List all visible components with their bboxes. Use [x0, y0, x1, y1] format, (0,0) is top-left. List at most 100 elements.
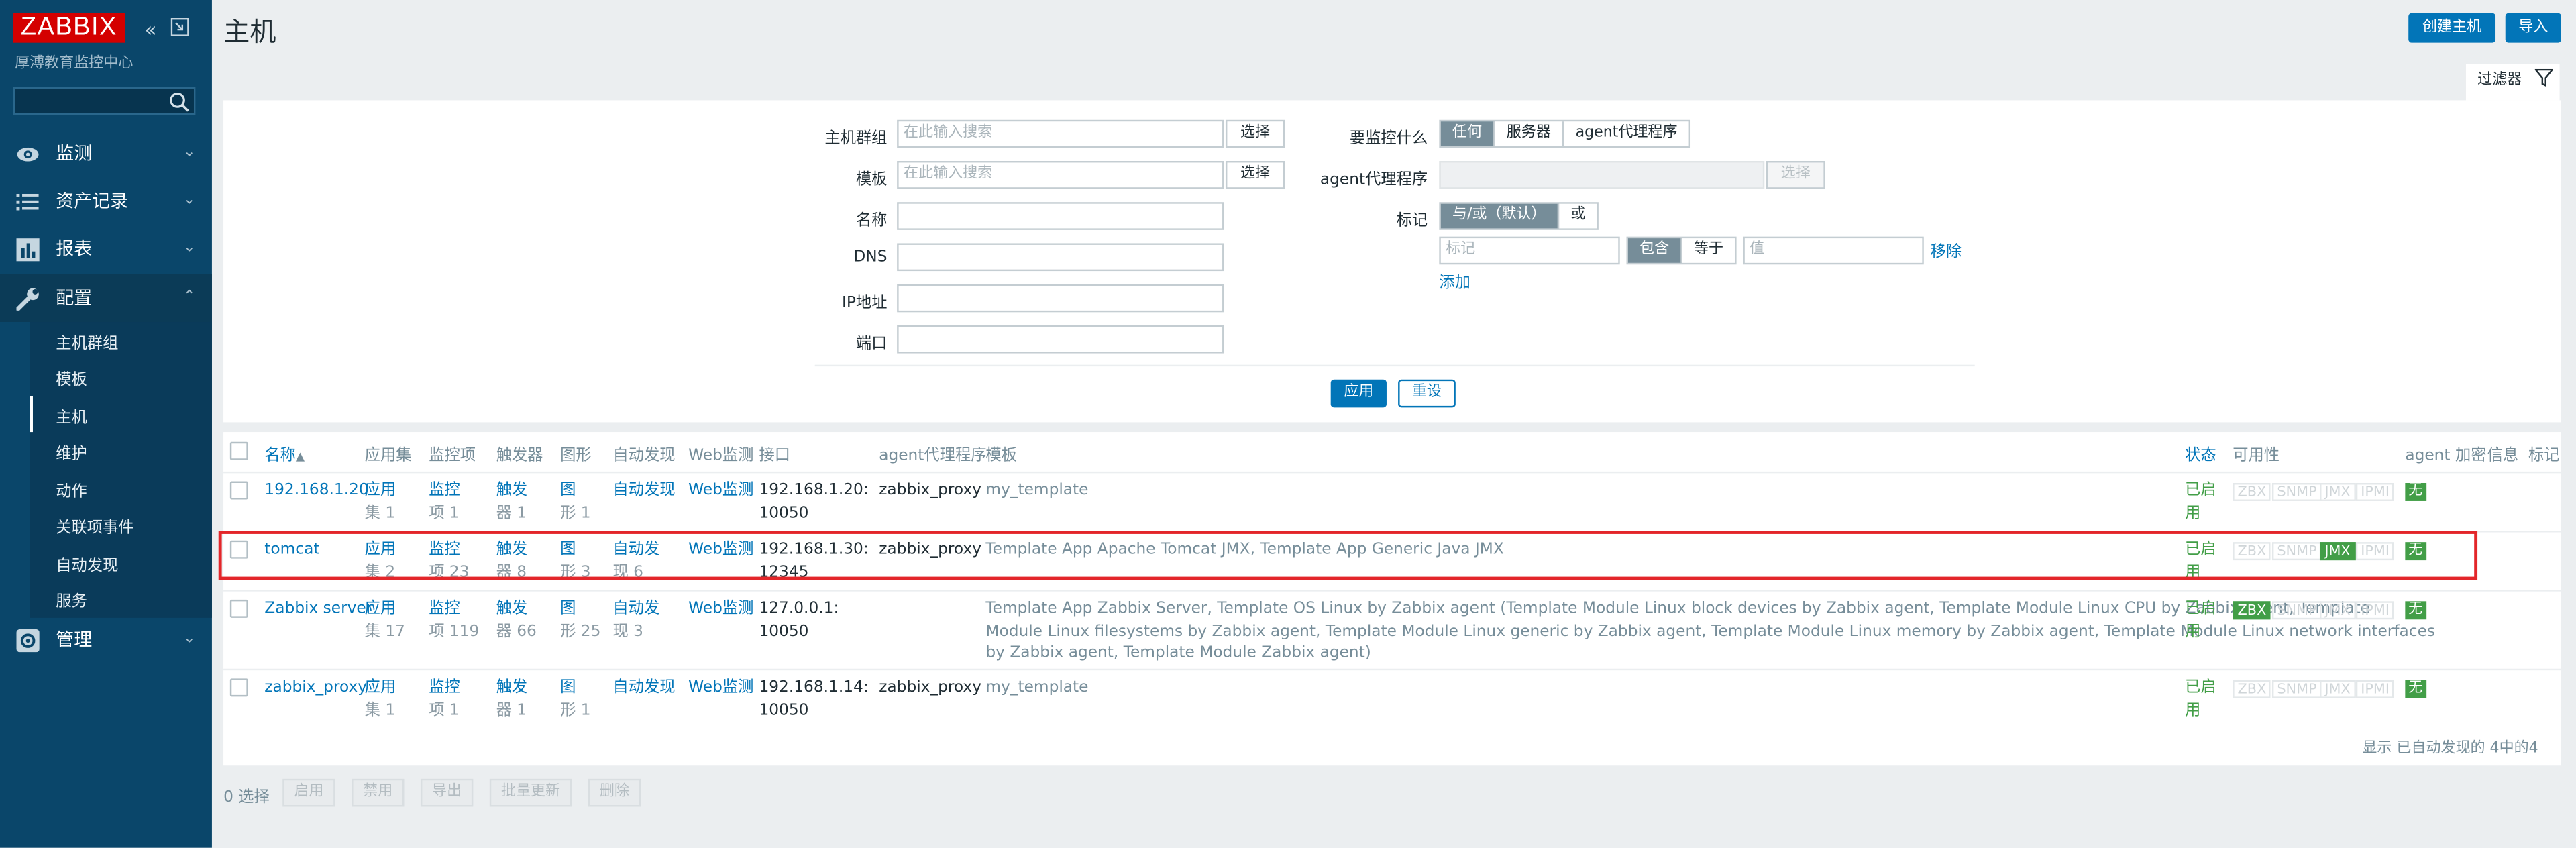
- select-all-checkbox[interactable]: [229, 441, 248, 460]
- tag-operator-contains[interactable]: 包含: [1627, 238, 1682, 263]
- selected-count: 0 选择: [223, 788, 270, 807]
- filter-tab[interactable]: 过滤器: [2465, 64, 2560, 101]
- discovery-link[interactable]: 自动发现: [612, 480, 675, 502]
- submenu-maintenance[interactable]: 维护: [56, 440, 87, 464]
- collapse-sidebar-icon[interactable]: «: [145, 18, 157, 41]
- search-icon[interactable]: [168, 91, 191, 113]
- submenu-host-groups[interactable]: 主机群组: [56, 330, 118, 354]
- row-checkbox[interactable]: [229, 481, 248, 500]
- zabbix-logo[interactable]: ZABBIX: [13, 13, 125, 43]
- triggers-link[interactable]: 触发器 1: [496, 677, 528, 721]
- monitored-by-any[interactable]: 任何: [1440, 121, 1495, 146]
- discovery-link[interactable]: 自动发现 3: [612, 598, 659, 642]
- submenu-hosts[interactable]: 主机: [56, 404, 87, 427]
- host-name-link[interactable]: Zabbix server: [264, 598, 372, 620]
- web-link[interactable]: Web监测: [688, 598, 753, 620]
- availability-ipmi: IPMI: [2355, 680, 2395, 698]
- submenu-discovery[interactable]: 自动发现: [56, 552, 118, 575]
- sidebar-subtitle: 厚溥教育监控中心: [15, 56, 133, 72]
- graphs-link[interactable]: 图形 1: [560, 677, 590, 721]
- host-groups-select-button[interactable]: 选择: [1225, 119, 1285, 148]
- web-link[interactable]: Web监测: [688, 677, 753, 699]
- tags-mode-or[interactable]: 或: [1559, 204, 1597, 229]
- tag-value-input[interactable]: 值: [1743, 236, 1924, 265]
- menu-monitoring[interactable]: 监测 ⌄: [0, 129, 212, 177]
- interface-value: 192.168.1.14: 10050: [759, 678, 869, 719]
- submenu-actions[interactable]: 动作: [56, 478, 87, 501]
- kiosk-mode-icon[interactable]: [170, 17, 189, 41]
- tags-mode-and-or[interactable]: 与/或（默认）: [1440, 203, 1560, 229]
- dns-input[interactable]: [897, 243, 1224, 272]
- menu-label: 管理: [56, 629, 93, 651]
- host-groups-input[interactable]: 在此输入搜索: [897, 119, 1224, 148]
- availability-snmp: SNMP: [2271, 680, 2322, 698]
- ip-input[interactable]: [897, 284, 1224, 313]
- template-link[interactable]: my_template: [985, 480, 1088, 502]
- template-list[interactable]: Template App Zabbix Server, Template OS …: [985, 598, 2435, 664]
- reset-button[interactable]: 重设: [1398, 379, 1456, 408]
- triggers-link[interactable]: 触发器 1: [496, 480, 528, 524]
- menu-inventory[interactable]: 资产记录 ⌄: [0, 177, 212, 225]
- triggers-link[interactable]: 触发器 66: [496, 598, 537, 642]
- monitored-by-server[interactable]: 服务器: [1495, 121, 1564, 146]
- availability-jmx: JMX: [2319, 483, 2356, 501]
- column-interface: 接口: [759, 447, 791, 466]
- availability-snmp: SNMP: [2271, 483, 2322, 501]
- encryption-badge: 无: [2405, 680, 2426, 698]
- status-toggle[interactable]: 已启用: [2185, 480, 2216, 524]
- templates-input[interactable]: 在此输入搜索: [897, 161, 1224, 189]
- menu-administration[interactable]: 管理 ⌄: [0, 616, 212, 664]
- export-button[interactable]: 导出: [420, 778, 474, 807]
- applications-link[interactable]: 应用集 17: [365, 598, 405, 642]
- column-info: 信息: [2487, 447, 2519, 466]
- mass-update-button[interactable]: 批量更新: [489, 778, 572, 807]
- graphs-link[interactable]: 图形 25: [560, 598, 600, 642]
- availability-jmx: JMX: [2319, 680, 2356, 698]
- discovery-link[interactable]: 自动发现: [612, 677, 675, 699]
- status-toggle[interactable]: 已启用: [2185, 598, 2216, 642]
- availability-zbx: ZBX: [2233, 680, 2271, 698]
- delete-button[interactable]: 删除: [588, 778, 641, 807]
- enable-button[interactable]: 启用: [282, 778, 335, 807]
- tomcat-row-highlight: [218, 531, 2478, 580]
- menu-label: 配置: [56, 287, 93, 309]
- submenu-event-correlation[interactable]: 关联项事件: [56, 515, 133, 537]
- apply-button[interactable]: 应用: [1330, 379, 1387, 408]
- proxy-input: [1439, 161, 1765, 189]
- menu-reports[interactable]: 报表 ⌄: [0, 225, 212, 273]
- templates-select-button[interactable]: 选择: [1225, 161, 1285, 189]
- column-status[interactable]: 状态: [2185, 442, 2216, 465]
- encryption-badge: 无: [2405, 483, 2426, 501]
- monitored-by-proxy[interactable]: agent代理程序: [1564, 121, 1689, 146]
- add-tag-link[interactable]: 添加: [1439, 273, 1470, 295]
- row-checkbox[interactable]: [229, 599, 248, 618]
- proxy-value: zabbix_proxy: [879, 678, 981, 697]
- tag-operator-equals[interactable]: 等于: [1682, 238, 1735, 263]
- submenu-services[interactable]: 服务: [56, 588, 87, 611]
- host-name-link[interactable]: zabbix_proxy: [264, 677, 367, 699]
- host-name-link[interactable]: 192.168.1.20: [264, 480, 368, 502]
- status-toggle[interactable]: 已启用: [2185, 677, 2216, 721]
- items-link[interactable]: 监控项 1: [429, 480, 460, 524]
- templates-label: 模板: [855, 170, 888, 189]
- applications-link[interactable]: 应用集 1: [365, 677, 396, 721]
- submenu-templates[interactable]: 模板: [56, 366, 87, 389]
- create-host-button[interactable]: 创建主机: [2408, 13, 2496, 43]
- graphs-link[interactable]: 图形 1: [560, 480, 590, 524]
- sidebar-search-input[interactable]: [13, 87, 196, 115]
- template-link[interactable]: my_template: [985, 677, 1088, 699]
- applications-link[interactable]: 应用集 1: [365, 480, 396, 524]
- filter-panel: 主机群组 在此输入搜索 选择 模板 在此输入搜索 选择 名称 DNS IP地址 …: [223, 100, 2561, 423]
- items-link[interactable]: 监控项 119: [429, 598, 479, 642]
- import-button[interactable]: 导入: [2505, 13, 2561, 43]
- disable-button[interactable]: 禁用: [352, 778, 405, 807]
- menu-configuration[interactable]: 配置 ⌃: [0, 274, 212, 323]
- web-link[interactable]: Web监测: [688, 480, 753, 502]
- row-checkbox[interactable]: [229, 678, 248, 697]
- name-input[interactable]: [897, 202, 1224, 230]
- remove-tag-link[interactable]: 移除: [1931, 242, 1962, 264]
- port-input[interactable]: [897, 325, 1224, 354]
- tag-name-input[interactable]: 标记: [1439, 236, 1620, 265]
- items-link[interactable]: 监控项 1: [429, 677, 460, 721]
- column-name[interactable]: 名称▲: [264, 442, 305, 465]
